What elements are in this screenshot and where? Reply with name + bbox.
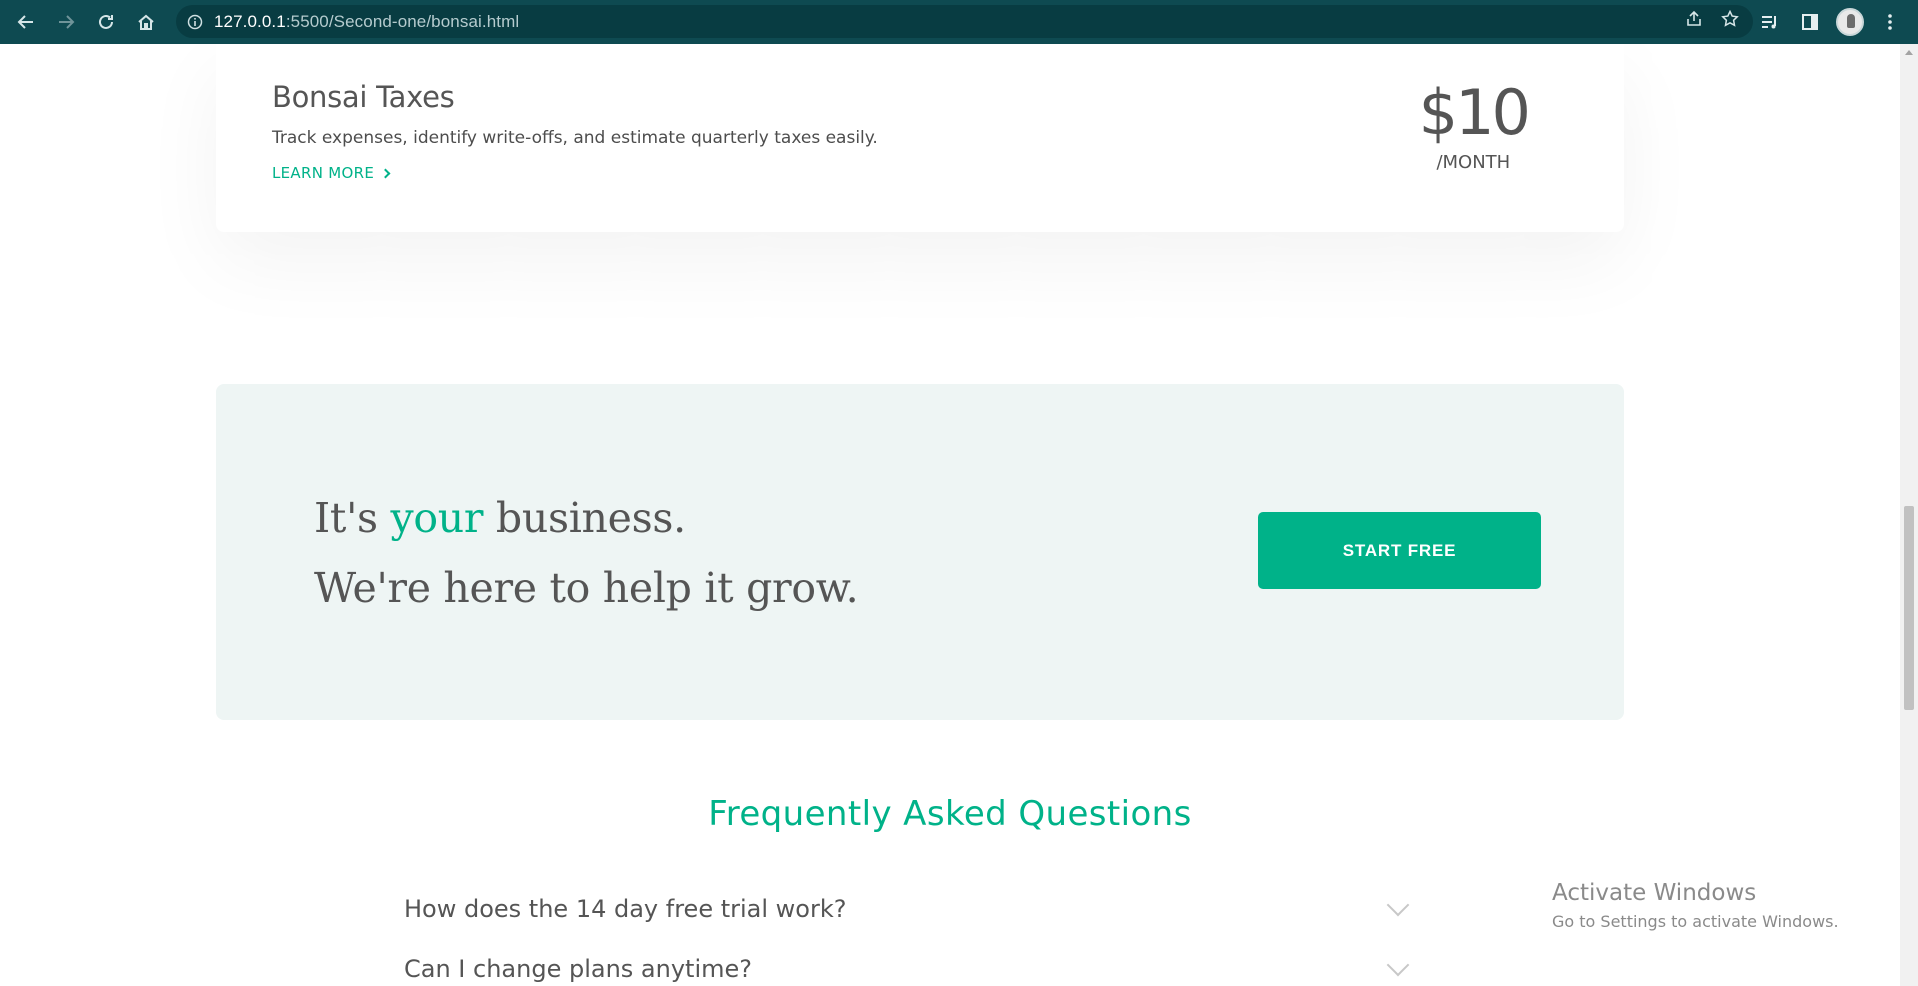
cta-banner: It's your business. We're here to help i… xyxy=(216,384,1624,720)
browser-toolbar: 127.0.0.1:5500/Second-one/bonsai.html xyxy=(0,0,1918,44)
price-unit: /MONTH xyxy=(1436,152,1511,173)
learn-more-label: LEARN MORE xyxy=(272,164,375,182)
activate-windows-watermark: Activate Windows Go to Settings to activ… xyxy=(1552,880,1839,931)
tax-card-description: Track expenses, identify write-offs, and… xyxy=(272,128,878,148)
side-panel-icon[interactable] xyxy=(1792,0,1828,44)
faq-item[interactable]: How does the 14 day free trial work? xyxy=(404,889,1414,929)
home-icon[interactable] xyxy=(126,0,166,44)
cta-line1-before: It's xyxy=(314,494,378,542)
cta-line1-after: business. xyxy=(495,494,686,542)
back-arrow-icon[interactable] xyxy=(6,0,46,44)
url-path: :5500/Second-one/bonsai.html xyxy=(285,11,520,31)
faq-item[interactable]: Can I change plans anytime? xyxy=(404,949,1414,986)
faq-question: Can I change plans anytime? xyxy=(404,955,752,983)
activate-windows-title: Activate Windows xyxy=(1552,880,1757,906)
share-icon[interactable] xyxy=(1685,10,1703,33)
chevron-down-icon[interactable] xyxy=(1386,893,1410,917)
price-block: $10 /MONTH xyxy=(1418,76,1531,174)
menu-icon[interactable] xyxy=(1872,0,1908,44)
tax-card-title: Bonsai Taxes xyxy=(272,80,455,114)
faq-title: Frequently Asked Questions xyxy=(708,794,1192,834)
chevron-right-icon xyxy=(380,168,391,178)
chevron-down-icon[interactable] xyxy=(1386,953,1410,977)
profile-avatar[interactable] xyxy=(1832,0,1868,44)
avatar xyxy=(1836,8,1864,36)
page-content: Bonsai Taxes Track expenses, identify wr… xyxy=(0,44,1900,986)
learn-more-link[interactable]: LEARN MORE xyxy=(272,164,391,182)
activate-windows-subtitle: Go to Settings to activate Windows. xyxy=(1552,912,1839,931)
cta-headline-line1: It's your business. xyxy=(314,494,686,542)
url-text[interactable]: 127.0.0.1:5500/Second-one/bonsai.html xyxy=(214,12,519,32)
forward-arrow-icon[interactable] xyxy=(46,0,86,44)
reading-list-icon[interactable] xyxy=(1752,0,1788,44)
star-icon[interactable] xyxy=(1721,9,1739,33)
url-host: 127.0.0.1 xyxy=(214,11,286,31)
info-icon[interactable] xyxy=(176,14,214,30)
cta-headline-line2: We're here to help it grow. xyxy=(314,564,859,612)
price-amount: $10 xyxy=(1418,76,1531,149)
bonsai-taxes-card: Bonsai Taxes Track expenses, identify wr… xyxy=(216,44,1624,232)
cta-line1-accent: your xyxy=(390,494,484,542)
scroll-up-arrow-icon[interactable] xyxy=(1905,50,1913,55)
vertical-scrollbar[interactable] xyxy=(1900,44,1918,986)
address-bar[interactable]: 127.0.0.1:5500/Second-one/bonsai.html xyxy=(176,5,1753,38)
scrollbar-thumb[interactable] xyxy=(1904,506,1914,710)
reload-icon[interactable] xyxy=(86,0,126,44)
faq-question: How does the 14 day free trial work? xyxy=(404,895,847,923)
start-free-button[interactable]: START FREE xyxy=(1258,512,1541,589)
